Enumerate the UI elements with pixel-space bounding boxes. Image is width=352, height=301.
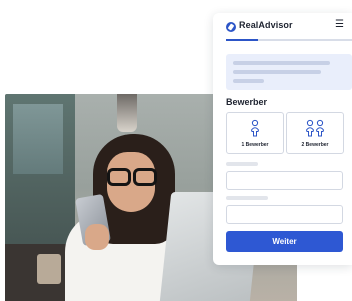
progress-fill	[226, 39, 258, 41]
app-header: RealAdvisor ☰	[213, 13, 352, 41]
app-card: RealAdvisor ☰ Bewerber 1 Bewerber 2 Bewe…	[213, 13, 352, 265]
photo-lamp	[117, 94, 137, 132]
photo-hand	[85, 224, 109, 250]
placeholder-line	[233, 79, 264, 83]
photo-window	[13, 104, 63, 174]
single-person-icon	[250, 119, 260, 137]
brand-name: RealAdvisor	[239, 20, 293, 30]
option-label: 1 Bewerber	[241, 142, 269, 148]
realadvisor-logo-icon	[226, 22, 236, 32]
option-label: 2 Bewerber	[301, 142, 329, 148]
photo-mug	[37, 254, 61, 284]
info-box	[226, 54, 352, 90]
option-two-applicants[interactable]: 2 Bewerber	[286, 112, 344, 154]
text-field[interactable]	[226, 171, 343, 190]
text-field[interactable]	[226, 205, 343, 224]
progress-bar	[226, 39, 352, 41]
field-label-placeholder	[226, 162, 258, 166]
placeholder-line	[233, 70, 321, 74]
field-label-placeholder	[226, 196, 268, 200]
placeholder-line	[233, 61, 330, 65]
two-persons-icon	[305, 119, 325, 137]
photo-person-glasses	[105, 168, 157, 186]
option-one-applicant[interactable]: 1 Bewerber	[226, 112, 284, 154]
continue-button[interactable]: Weiter	[226, 231, 343, 252]
hamburger-menu-icon[interactable]: ☰	[335, 20, 344, 30]
section-title: Bewerber	[226, 97, 268, 107]
